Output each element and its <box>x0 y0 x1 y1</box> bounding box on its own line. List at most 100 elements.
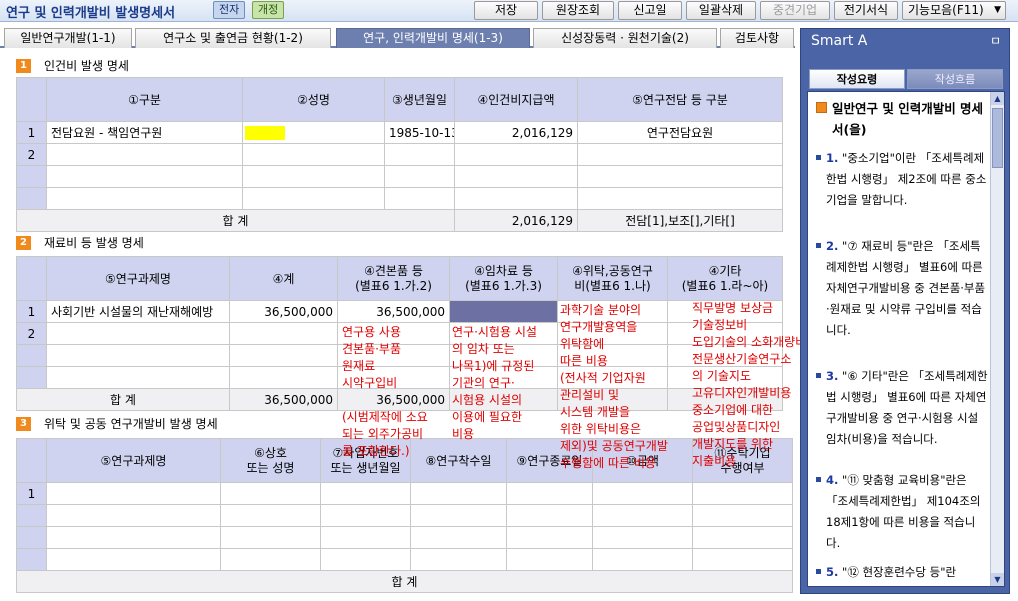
guide-scrollbar[interactable]: ▲ ▼ <box>990 92 1004 586</box>
tab-rnd-detail[interactable]: 연구, 인력개발비 명세(1-3) <box>336 28 530 48</box>
empty-cell[interactable] <box>46 187 243 210</box>
scroll-up-icon[interactable]: ▲ <box>991 92 1004 105</box>
empty-cell[interactable] <box>320 548 411 571</box>
empty-cell[interactable] <box>592 526 693 549</box>
total-subtotal: 36,500,000 <box>229 388 338 411</box>
empty-cell[interactable] <box>692 482 793 505</box>
empty-cell[interactable] <box>46 504 221 527</box>
name-cell[interactable] <box>242 143 385 166</box>
empty-cell[interactable] <box>592 482 693 505</box>
empty-cell[interactable] <box>454 187 578 210</box>
empty-cell[interactable] <box>692 504 793 527</box>
researcher-type-cell[interactable]: 연구전담요원 <box>577 121 783 144</box>
bullet-icon <box>816 569 821 574</box>
note-line: 지출비용 <box>692 454 737 468</box>
empty-cell[interactable] <box>692 526 793 549</box>
birthdate-cell[interactable] <box>384 143 455 166</box>
empty-cell[interactable] <box>592 548 693 571</box>
bulk-delete-button[interactable]: 일괄삭제 <box>686 1 756 20</box>
empty-cell[interactable] <box>384 165 455 188</box>
subtotal-cell[interactable]: 36,500,000 <box>229 300 338 323</box>
guide-heading-text: 일반연구 및 인력개발비 명세서(을) <box>832 101 984 137</box>
note-line: 연구용 사용 <box>342 325 402 339</box>
empty-cell[interactable] <box>577 187 783 210</box>
empty-cell[interactable] <box>229 344 338 367</box>
empty-cell[interactable] <box>692 548 793 571</box>
column-header: ⑥상호 또는 성명 <box>220 438 321 483</box>
empty-cell[interactable] <box>46 344 230 367</box>
section-number: 2 <box>16 236 31 250</box>
pin-icon[interactable]: ㅁ <box>990 29 1001 53</box>
note-line: 연구개발용역을 <box>560 320 638 334</box>
tab-writing-flow[interactable]: 작성흐름 <box>907 69 1003 89</box>
empty-cell[interactable] <box>592 504 693 527</box>
birthdate-cell[interactable]: 1985-10-13 <box>384 121 455 144</box>
previous-form-button[interactable]: 전기서식 <box>834 1 898 20</box>
category-cell[interactable] <box>46 143 243 166</box>
save-button[interactable]: 저장 <box>474 1 538 20</box>
note-line: 직무발명 보상금 <box>692 301 774 315</box>
empty-cell[interactable] <box>46 548 221 571</box>
rent-cost-cell[interactable] <box>449 300 558 323</box>
item-text: "⑦ 재료비 등"란은 「조세특례제한법 시행령」 별표6에 따른 자체연구개발… <box>826 239 986 337</box>
empty-cell[interactable] <box>46 526 221 549</box>
empty-cell[interactable] <box>506 482 593 505</box>
empty-cell[interactable] <box>410 526 507 549</box>
panel-title: Smart A ㅁ <box>801 29 1009 53</box>
ledger-view-button[interactable]: 원장조회 <box>542 1 614 20</box>
empty-cell[interactable] <box>410 504 507 527</box>
item-number: 3. <box>826 369 839 383</box>
table-row <box>16 504 793 527</box>
row-number-header <box>16 256 47 301</box>
project-name-cell[interactable]: 사회기반 시설물의 재난재해예방 <box>46 300 230 323</box>
row-number <box>16 344 47 367</box>
midsize-company-button[interactable]: 중견기업 <box>760 1 830 20</box>
salary-cell[interactable] <box>454 143 578 166</box>
researcher-type-cell[interactable] <box>577 143 783 166</box>
empty-cell[interactable] <box>320 482 411 505</box>
project-name-cell[interactable] <box>46 322 230 345</box>
scroll-thumb[interactable] <box>992 108 1003 168</box>
revision-badge[interactable]: 개정 <box>252 1 285 19</box>
tab-lab-contribution[interactable]: 연구소 및 출연금 현황(1-2) <box>135 28 331 48</box>
tab-new-growth[interactable]: 신성장동력 · 원천기술(2) <box>533 28 717 48</box>
tab-review[interactable]: 검토사항 <box>720 28 794 48</box>
empty-cell[interactable] <box>46 366 230 389</box>
empty-cell[interactable] <box>46 482 221 505</box>
sample-cost-cell[interactable]: 36,500,000 <box>337 300 450 323</box>
empty-cell[interactable] <box>46 165 243 188</box>
table-row: 2 <box>16 143 783 166</box>
empty-cell[interactable] <box>506 526 593 549</box>
empty-cell[interactable] <box>220 504 321 527</box>
subtotal-cell[interactable] <box>229 322 338 345</box>
empty-cell[interactable] <box>577 165 783 188</box>
empty-cell[interactable] <box>320 526 411 549</box>
empty-cell[interactable] <box>242 187 385 210</box>
tab-writing-guide[interactable]: 작성요령 <box>809 69 905 89</box>
salary-cell[interactable]: 2,016,129 <box>454 121 578 144</box>
empty-cell[interactable] <box>242 165 385 188</box>
bullet-icon <box>816 155 821 160</box>
scroll-down-icon[interactable]: ▼ <box>991 573 1004 586</box>
empty-cell[interactable] <box>220 548 321 571</box>
category-cell[interactable]: 전담요원 - 책임연구원 <box>46 121 243 144</box>
item-text: "⑥ 기타"란은 「조세특례제한법 시행령」 별표6에 따른 자체연구개발비용 … <box>826 369 988 446</box>
empty-cell[interactable] <box>220 526 321 549</box>
electronic-badge[interactable]: 전자 <box>213 1 246 19</box>
empty-cell[interactable] <box>506 504 593 527</box>
panel-title-text: Smart A <box>811 33 868 49</box>
empty-cell[interactable] <box>410 482 507 505</box>
empty-cell[interactable] <box>384 187 455 210</box>
bullet-icon <box>816 373 821 378</box>
report-date-button[interactable]: 신고일 <box>618 1 682 20</box>
note-line: 견본품·부품 <box>342 342 402 356</box>
empty-cell[interactable] <box>454 165 578 188</box>
name-cell[interactable] <box>242 121 385 144</box>
empty-cell[interactable] <box>220 482 321 505</box>
empty-cell[interactable] <box>229 366 338 389</box>
empty-cell[interactable] <box>320 504 411 527</box>
empty-cell[interactable] <box>506 548 593 571</box>
empty-cell[interactable] <box>410 548 507 571</box>
function-menu-button[interactable]: 기능모음(F11) ▼ <box>902 1 1006 20</box>
tab-general-rnd[interactable]: 일반연구개발(1-1) <box>4 28 132 48</box>
